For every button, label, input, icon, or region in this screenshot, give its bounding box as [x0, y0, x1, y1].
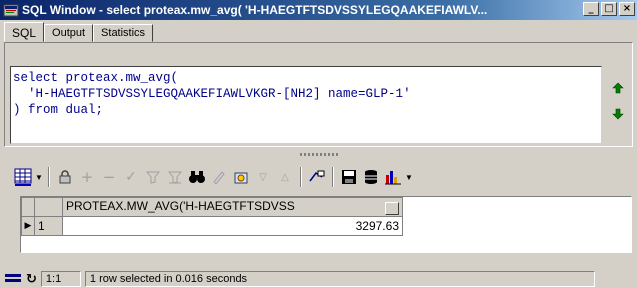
sql-window-icon — [3, 2, 19, 18]
delete-record-icon: − — [102, 168, 116, 186]
column-header-label: PROTEAX.MW_AVG('H-HAEGTFTSDVSS — [66, 199, 295, 213]
close-button[interactable]: × — [619, 2, 635, 16]
history-down-arrow-icon[interactable] — [610, 106, 626, 122]
tab-statistics[interactable]: Statistics — [93, 24, 154, 42]
grid-view-dropdown-icon[interactable]: ▼ — [34, 166, 44, 188]
cursor-position: 1:1 — [40, 271, 81, 287]
clear-filter-icon — [164, 166, 186, 188]
find-binoculars-icon[interactable] — [186, 166, 208, 188]
status-message: 1 row selected in 0.016 seconds — [84, 271, 595, 287]
export-icon[interactable] — [230, 166, 252, 188]
cell-mw-avg[interactable]: 3297.63 — [62, 216, 403, 236]
chart-dropdown-icon[interactable]: ▼ — [404, 166, 414, 188]
sql-line-2: 'H-HAEGTFTSDVSSYLEGQAAKEFIAWLVKGR-[NH2] … — [13, 87, 411, 101]
grid-corner — [21, 197, 35, 217]
sql-line-3: ) from dual; — [13, 103, 104, 117]
lock-icon[interactable] — [54, 166, 76, 188]
tab-output[interactable]: Output — [44, 24, 94, 42]
row-number: 1 — [34, 216, 63, 236]
column-menu-button[interactable] — [385, 202, 399, 215]
sql-editor[interactable]: select proteax.mw_avg( 'H-HAEGTFTSDVSSYL… — [10, 66, 602, 144]
maximize-button[interactable]: □ — [601, 2, 617, 16]
row-number-header — [34, 197, 63, 217]
refresh-icon[interactable]: ↻ — [26, 272, 37, 287]
current-row-indicator-icon: ▶ — [21, 216, 35, 236]
previous-page-icon: △ — [281, 171, 289, 183]
post-changes-icon: ✓ — [125, 169, 137, 185]
table-row[interactable]: ▶ 1 3297.63 — [21, 216, 403, 236]
next-page-icon: ▽ — [259, 171, 267, 183]
sql-line-1: select proteax.mw_avg( — [13, 71, 179, 85]
grid-view-icon[interactable] — [12, 166, 34, 188]
minimize-button[interactable]: _ — [583, 2, 599, 16]
add-record-icon: + — [80, 168, 94, 186]
save-icon[interactable] — [338, 166, 360, 188]
chart-icon[interactable] — [382, 166, 404, 188]
highlight-icon — [208, 166, 230, 188]
connection-status-icon — [4, 271, 22, 288]
query-by-example-icon — [142, 166, 164, 188]
window-title: SQL Window - select proteax.mw_avg( 'H-H… — [22, 3, 488, 17]
pane-splitter[interactable] — [0, 150, 637, 160]
column-header[interactable]: PROTEAX.MW_AVG('H-HAEGTFTSDVSS — [62, 197, 403, 217]
database-icon[interactable] — [360, 166, 382, 188]
history-up-arrow-icon[interactable] — [610, 80, 626, 96]
single-record-view-icon[interactable] — [306, 166, 328, 188]
result-toolbar: ▼ + − ✓ ▽ △ ▼ — [4, 163, 633, 191]
title-bar: SQL Window - select proteax.mw_avg( 'H-H… — [0, 0, 637, 20]
grid-header-row: PROTEAX.MW_AVG('H-HAEGTFTSDVSS — [21, 197, 403, 217]
tab-sql[interactable]: SQL — [4, 22, 45, 42]
status-bar: ↻ 1:1 1 row selected in 0.016 seconds — [0, 270, 637, 288]
tab-strip: SQL Output Statistics — [4, 22, 154, 42]
result-grid: PROTEAX.MW_AVG('H-HAEGTFTSDVSS ▶ 1 3297.… — [20, 196, 632, 253]
